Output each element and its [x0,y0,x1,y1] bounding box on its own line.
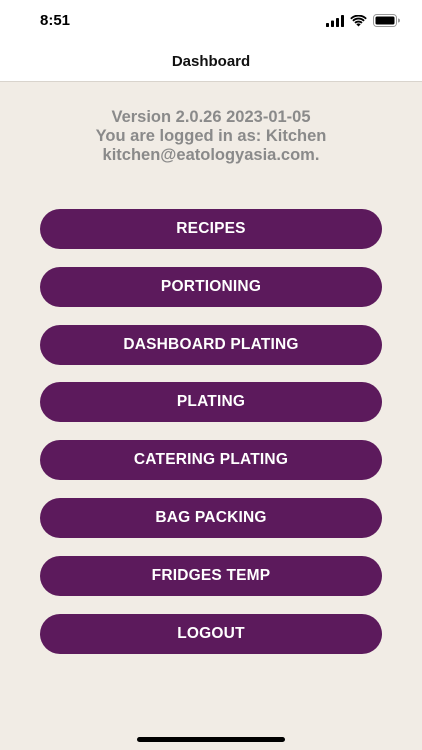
battery-icon [373,14,400,27]
page-title: Dashboard [171,53,251,70]
catering-plating-button[interactable]: CATERING PLATING [40,440,382,481]
status-bar: 8:51 [0,0,422,44]
email-text: kitchen@eatologyasia.com. [102,146,320,164]
recipes-button[interactable]: RECIPES [40,209,382,249]
fridges-temp-button[interactable]: FRIDGES TEMP [40,555,382,596]
logged-in-text: You are logged in as: Kitchen [95,127,327,145]
home-indicator[interactable] [137,737,285,742]
bag-packing-button[interactable]: BAG PACKING [40,497,382,538]
logout-button[interactable]: LOGOUT [40,613,382,654]
plating-button[interactable]: PLATING [40,382,382,423]
wifi-icon [350,14,367,26]
version-text: Version 2.0.26 2023-01-05 [111,108,311,126]
user-info: Version 2.0.26 2023-01-05 You are logged… [0,108,422,165]
nav-bar: Dashboard [0,44,422,82]
status-icons [326,14,400,27]
dashboard-plating-button[interactable]: DASHBOARD PLATING [40,324,382,365]
menu: RECIPES PORTIONING DASHBOARD PLATING PLA… [40,209,382,671]
status-time: 8:51 [40,12,71,29]
signal-icon [326,14,344,27]
portioning-button[interactable]: PORTIONING [40,266,382,307]
